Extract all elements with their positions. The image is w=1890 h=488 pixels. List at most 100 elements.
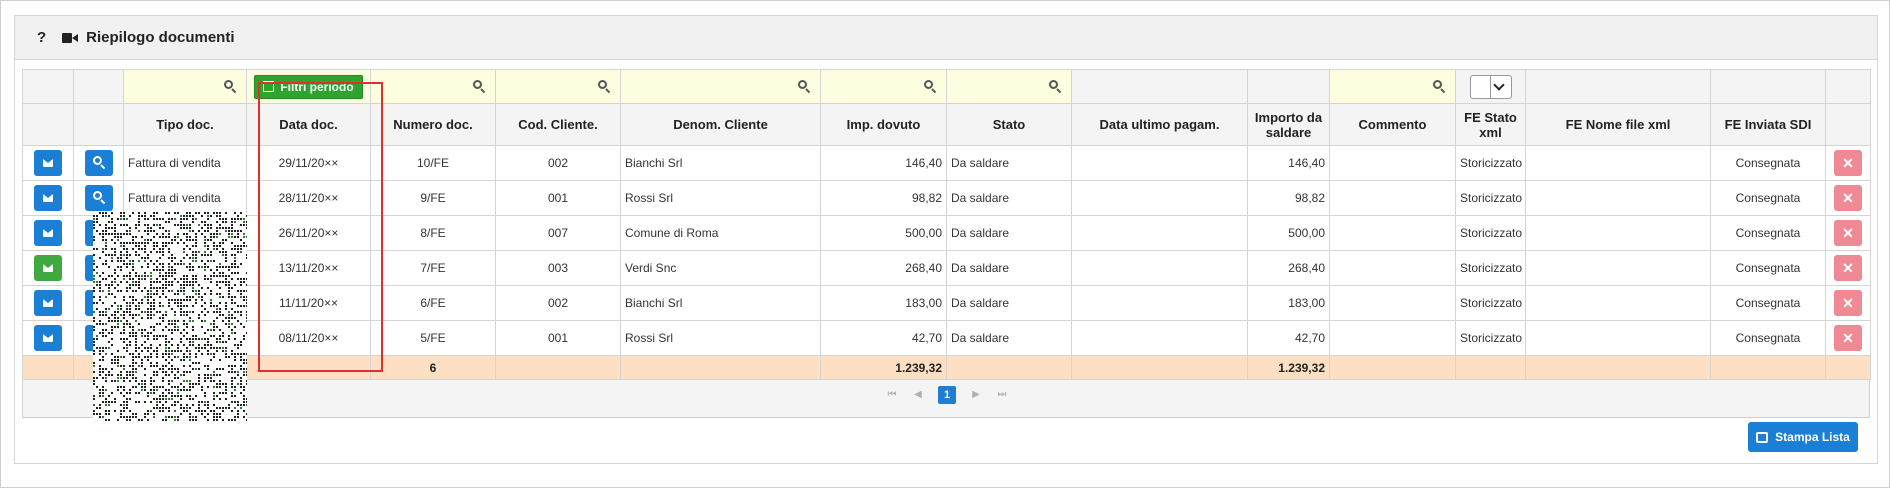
column-header-stato[interactable]: Stato xyxy=(946,103,1072,146)
search-icon[interactable] xyxy=(224,80,237,94)
column-header-fe-inviata-sdi[interactable]: FE Inviata SDI xyxy=(1710,103,1826,146)
cell-stato: Da saldare xyxy=(946,145,1072,181)
documents-panel: ? Riepilogo documenti Filtri periodo Tip… xyxy=(14,15,1878,464)
page-number-current[interactable]: 1 xyxy=(938,386,956,404)
cell-fe-inviata-sdi: Consegnata xyxy=(1710,215,1826,251)
view-document-button[interactable] xyxy=(84,185,113,211)
search-icon[interactable] xyxy=(598,80,611,94)
cell-stato: Da saldare xyxy=(946,285,1072,321)
prev-page-icon[interactable]: ◀ xyxy=(912,389,924,401)
filter-tipo-doc[interactable] xyxy=(123,69,247,104)
cell-denom-cliente: Bianchi Srl xyxy=(620,285,821,321)
next-page-icon[interactable]: ▶ xyxy=(970,389,982,401)
cell-stato: Da saldare xyxy=(946,180,1072,216)
search-icon[interactable] xyxy=(798,80,811,94)
cell-tipo-doc: Fattura di vendita xyxy=(123,180,247,216)
filter-commento[interactable] xyxy=(1329,69,1456,104)
delete-button[interactable]: ✕ xyxy=(1834,255,1862,281)
filter-cod-cliente[interactable] xyxy=(495,69,621,104)
close-icon: ✕ xyxy=(1842,295,1854,311)
filter-row: Filtri periodo xyxy=(22,69,1871,104)
cell-data-ultimo-pagam xyxy=(1071,250,1248,286)
last-page-icon[interactable]: ⏭ xyxy=(996,389,1008,401)
search-icon[interactable] xyxy=(1049,80,1062,94)
cell-fe-inviata-sdi: Consegnata xyxy=(1710,250,1826,286)
filter-numero-doc[interactable] xyxy=(370,69,496,104)
envelope-icon xyxy=(43,194,53,202)
envelope-icon xyxy=(43,159,53,167)
cell-data-doc: 28/11/20×× xyxy=(246,180,371,216)
column-header-fe-stato-xml[interactable]: FE Stato xml xyxy=(1455,103,1526,146)
search-icon[interactable] xyxy=(1433,80,1446,94)
filter-denom-cliente[interactable] xyxy=(620,69,821,104)
column-header-tipo-doc[interactable]: Tipo doc. xyxy=(123,103,247,146)
app-window: ? Riepilogo documenti Filtri periodo Tip… xyxy=(0,0,1890,488)
column-header-cod-cliente[interactable]: Cod. Cliente. xyxy=(495,103,621,146)
cell-numero-doc: 10/FE xyxy=(370,145,496,181)
cell-tipo-doc: Fattura di vendita xyxy=(123,145,247,181)
stampa-lista-button[interactable]: Stampa Lista xyxy=(1748,422,1858,452)
cell-numero-doc: 5/FE xyxy=(370,320,496,356)
documents-grid: Filtri periodo Tipo doc. Data doc. Numer… xyxy=(22,69,1871,422)
column-header-importo-da-saldare[interactable]: Importo da saldare xyxy=(1247,103,1330,146)
cell-cod-cliente: 007 xyxy=(495,215,621,251)
cell-data-ultimo-pagam xyxy=(1071,180,1248,216)
cell-data-doc: 26/11/20×× xyxy=(246,215,371,251)
send-email-button[interactable] xyxy=(34,255,62,281)
filtri-periodo-button[interactable]: Filtri periodo xyxy=(254,74,363,99)
cell-cod-cliente: 003 xyxy=(495,250,621,286)
filter-stato[interactable] xyxy=(946,69,1072,104)
close-icon: ✕ xyxy=(1842,330,1854,346)
envelope-icon xyxy=(43,229,53,237)
view-document-button[interactable] xyxy=(84,150,113,176)
cell-cod-cliente: 002 xyxy=(495,285,621,321)
send-email-button[interactable] xyxy=(34,325,62,351)
camera-icon[interactable] xyxy=(62,32,79,44)
cell-data-doc: 13/11/20×× xyxy=(246,250,371,286)
cell-numero-doc: 8/FE xyxy=(370,215,496,251)
filter-imp-dovuto[interactable] xyxy=(820,69,947,104)
send-email-button[interactable] xyxy=(34,185,62,211)
table-row: Fattura di vendita11/11/20××6/FE002Bianc… xyxy=(22,285,1871,321)
filtri-periodo-label: Filtri periodo xyxy=(280,79,354,94)
delete-button[interactable]: ✕ xyxy=(1834,325,1862,351)
print-icon xyxy=(1756,431,1769,443)
column-header-denom-cliente[interactable]: Denom. Cliente xyxy=(620,103,821,146)
cell-fe-inviata-sdi: Consegnata xyxy=(1710,320,1826,356)
column-header-imp-dovuto[interactable]: Imp. dovuto xyxy=(820,103,947,146)
cell-denom-cliente: Comune di Roma xyxy=(620,215,821,251)
column-header xyxy=(22,103,74,146)
delete-button[interactable]: ✕ xyxy=(1834,290,1862,316)
delete-button[interactable]: ✕ xyxy=(1834,220,1862,246)
delete-button[interactable]: ✕ xyxy=(1834,150,1862,176)
send-email-button[interactable] xyxy=(34,290,62,316)
first-page-icon[interactable]: ⏮ xyxy=(886,389,898,401)
delete-button[interactable]: ✕ xyxy=(1834,185,1862,211)
cell-fe-stato-xml: Storicizzato xyxy=(1455,180,1526,216)
envelope-icon xyxy=(43,334,53,342)
table-row: Fattura di vendita 29/11/20×× 10/FE 002 Bian… xyxy=(22,145,1871,181)
send-email-button[interactable] xyxy=(34,220,62,246)
cell-fe-nome-file-xml xyxy=(1525,180,1711,216)
help-icon[interactable]: ? xyxy=(37,29,46,46)
cell-fe-nome-file-xml xyxy=(1525,250,1711,286)
send-email-button[interactable] xyxy=(34,150,62,176)
column-header-numero-doc[interactable]: Numero doc. xyxy=(370,103,496,146)
column-header-fe-nome-file-xml[interactable]: FE Nome file xml xyxy=(1525,103,1711,146)
cell-importo-da-saldare: 146,40 xyxy=(1247,145,1330,181)
column-header-commento[interactable]: Commento xyxy=(1329,103,1456,146)
search-icon[interactable] xyxy=(473,80,486,94)
cell-imp-dovuto: 146,40 xyxy=(820,145,947,181)
cell-fe-stato-xml: Storicizzato xyxy=(1455,285,1526,321)
search-icon[interactable] xyxy=(924,80,937,94)
fe-stato-dropdown[interactable] xyxy=(1469,74,1512,99)
column-header-data-doc[interactable]: Data doc. xyxy=(246,103,371,146)
column-header-data-ultimo-pagam[interactable]: Data ultimo pagam. xyxy=(1071,103,1248,146)
calendar-icon xyxy=(263,81,275,92)
column-header xyxy=(73,103,124,146)
cell-cod-cliente: 001 xyxy=(495,320,621,356)
column-header xyxy=(1825,103,1871,146)
close-icon: ✕ xyxy=(1842,260,1854,276)
pagination: ⏮ ◀ 1 ▶ ⏭ xyxy=(23,372,1871,418)
filter-data-doc: Filtri periodo xyxy=(246,69,371,104)
